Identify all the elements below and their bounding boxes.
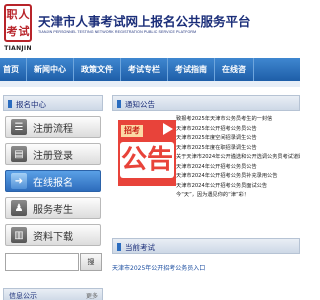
logo-char: 试 xyxy=(18,25,30,38)
logo-caption: TIANJIN xyxy=(4,45,32,52)
notice-item[interactable]: 关于天津市2024年公开遴选和公开选调公务员考试道题 xyxy=(176,153,300,163)
nav-item-home[interactable]: 首页 xyxy=(0,58,27,81)
nav-item-news[interactable]: 新闻中心 xyxy=(27,58,74,81)
exams-title: 当前考试 xyxy=(125,243,155,252)
sidebar-header: 报名中心 xyxy=(3,95,103,111)
download-icon: ▥ xyxy=(11,227,27,243)
search-row: 搜 xyxy=(5,253,103,271)
logo-char: 职 xyxy=(6,8,18,21)
list-icon: ☰ xyxy=(11,119,27,135)
exam-entry-link[interactable]: 天津市2025年公开招考公务员入口 xyxy=(112,263,300,272)
notice-item[interactable]: 天津市2025年度空间招录调生公告 xyxy=(176,134,300,144)
login-icon: ▤ xyxy=(11,146,27,162)
main-nav: 首页 新闻中心 政策文件 考试专栏 考试指南 在线咨 xyxy=(0,58,300,81)
nav-item-guide[interactable]: 考试指南 xyxy=(168,58,215,81)
image-text: 公告 xyxy=(120,142,174,178)
logo-char: 考 xyxy=(6,25,18,38)
search-input[interactable] xyxy=(5,253,79,271)
sidebar-title: 报名中心 xyxy=(16,100,46,109)
notice-item[interactable]: 天津市2024年公开招考公务员面试公告 xyxy=(176,182,300,192)
logo-char: 人 xyxy=(18,8,30,21)
notice-item[interactable]: 天津市2024年公开招考公务员公告 xyxy=(176,163,300,173)
header-accent xyxy=(8,100,12,108)
search-button[interactable]: 搜 xyxy=(80,253,102,271)
notice-header: 通知公告 xyxy=(112,95,300,111)
notice-item[interactable]: 天津市2025年度在职招录调生公告 xyxy=(176,144,300,154)
nav-item-policy[interactable]: 政策文件 xyxy=(74,58,121,81)
menu-online-registration[interactable]: ➜ 在线报名 xyxy=(5,170,101,192)
menu-label: 在线报名 xyxy=(33,177,73,189)
menu-candidate-service[interactable]: ♟ 服务考生 xyxy=(5,197,101,219)
notice-list: 致报考2025年天津市公务员考生的一封信 天津市2025年公开招考公务员公告 天… xyxy=(176,115,300,201)
notice-title: 通知公告 xyxy=(125,100,155,109)
arrow-icon: ➜ xyxy=(11,173,27,189)
menu-register-process[interactable]: ☰ 注册流程 xyxy=(5,116,101,138)
header-accent xyxy=(117,100,121,108)
menu-register-login[interactable]: ▤ 注册登录 xyxy=(5,143,101,165)
notice-announcement-image[interactable]: 招考 公告 xyxy=(118,120,176,186)
info-more-link[interactable]: 更多 xyxy=(86,291,98,300)
site-logo[interactable]: 职 人 考 试 TIANJIN xyxy=(3,3,33,53)
site-header: 职 人 考 试 TIANJIN 天津市人事考试网上报名公共服务平台 TIANJI… xyxy=(0,0,300,58)
notice-item[interactable]: 天津市2025年公开招考公务员公告 xyxy=(176,125,300,135)
site-subtitle: TIANJIN PERSONNEL TESTING NETWORK REGIST… xyxy=(38,30,197,34)
nav-subbar xyxy=(0,81,300,87)
info-panel-header: 信息公示 更多 xyxy=(3,288,103,300)
nav-item-consult[interactable]: 在线咨 xyxy=(215,58,254,81)
exams-header: 当前考试 xyxy=(112,238,300,254)
megaphone-icon xyxy=(163,123,173,135)
nav-item-exams[interactable]: 考试专栏 xyxy=(121,58,168,81)
notice-item[interactable]: 今“天”，因为遇见你的“津”彩！ xyxy=(176,191,300,201)
header-accent xyxy=(117,243,121,251)
menu-label: 服务考生 xyxy=(33,204,73,216)
current-exams-panel: 当前考试 天津市2025年公开招考公务员入口 xyxy=(112,238,300,272)
notice-item[interactable]: 天津市2024年公开招考公务员补充录用公告 xyxy=(176,172,300,182)
notice-panel: 通知公告 招考 公告 致报考2025年天津市公务员考生的一封信 天津市2025年… xyxy=(112,95,300,235)
logo-seal: 职 人 考 试 xyxy=(4,4,32,42)
menu-label: 注册登录 xyxy=(33,150,73,162)
user-icon: ♟ xyxy=(11,200,27,216)
notice-item[interactable]: 致报考2025年天津市公务员考生的一封信 xyxy=(176,115,300,125)
image-ticket: 招考 xyxy=(121,125,143,137)
site-title: 天津市人事考试网上报名公共服务平台 xyxy=(38,14,251,29)
registration-sidebar: 报名中心 ☰ 注册流程 ▤ 注册登录 ➜ 在线报名 ♟ 服务考生 ▥ 资料下载 … xyxy=(3,95,103,300)
info-title: 信息公示 xyxy=(9,292,37,300)
menu-label: 注册流程 xyxy=(33,123,73,135)
menu-downloads[interactable]: ▥ 资料下载 xyxy=(5,224,101,246)
menu-label: 资料下载 xyxy=(33,231,73,243)
